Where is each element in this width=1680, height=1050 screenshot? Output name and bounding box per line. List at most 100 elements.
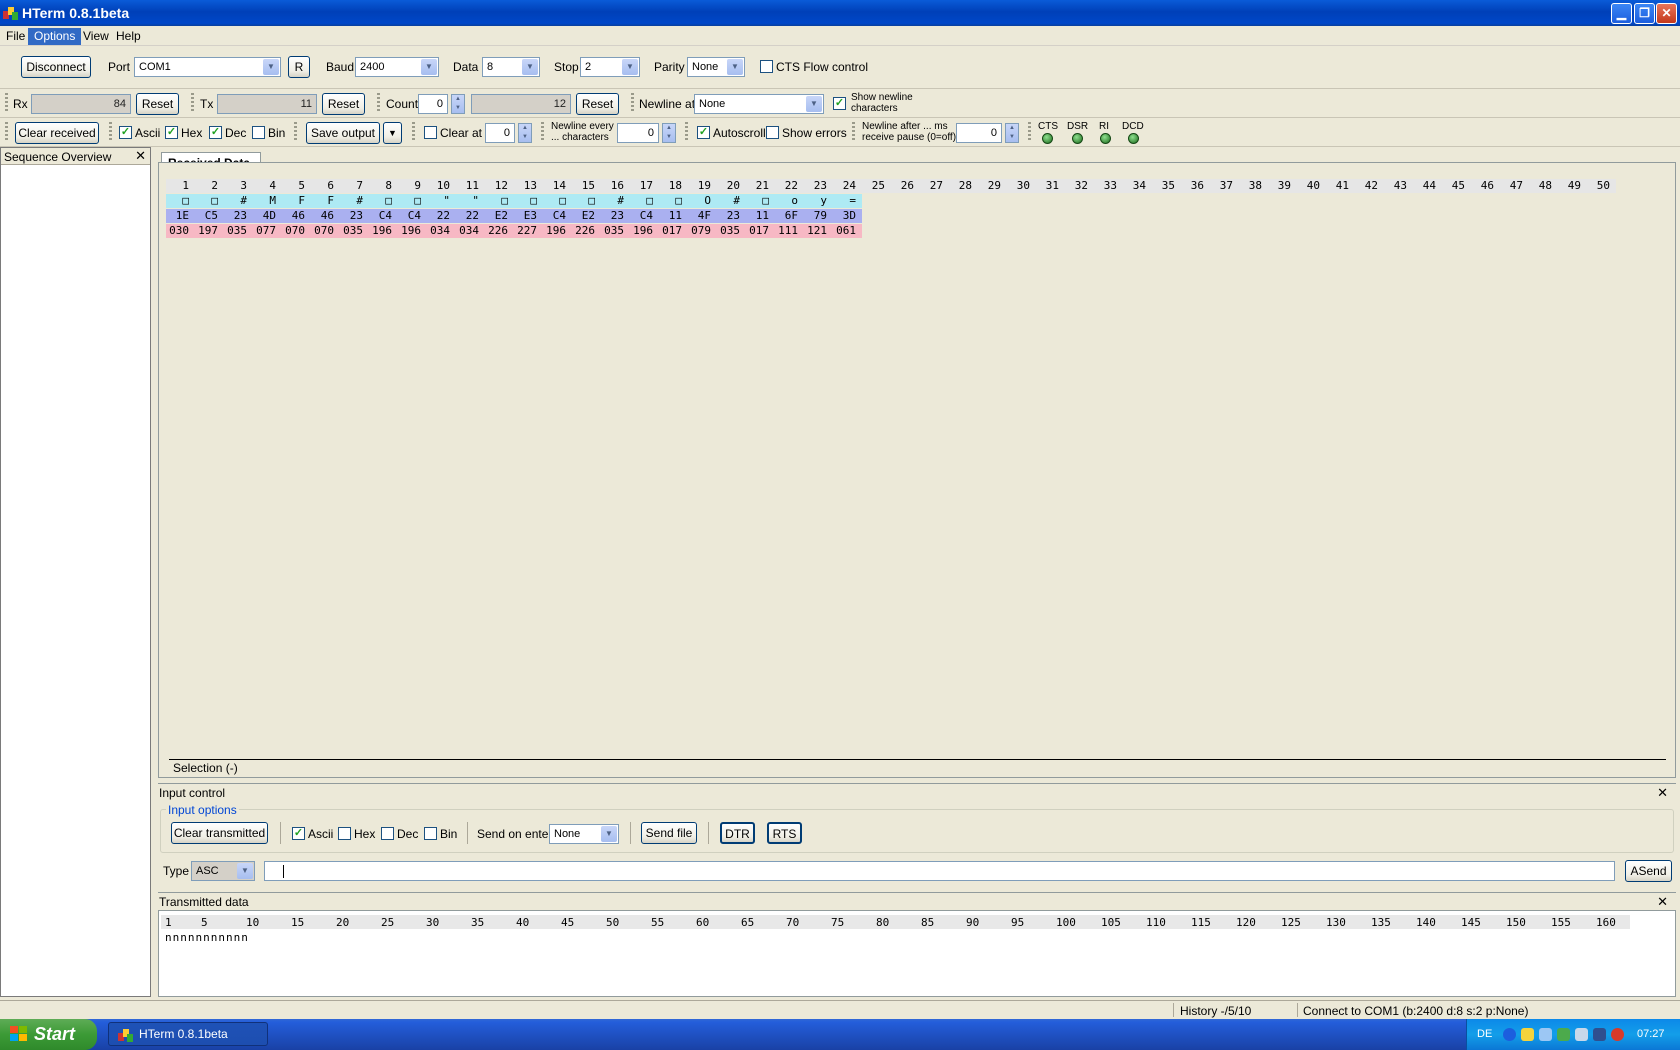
toolbar-grip[interactable]	[412, 122, 415, 142]
column-number[interactable]: 28	[949, 179, 978, 193]
parity-select[interactable]: None ▼	[687, 57, 745, 77]
dec-checkbox[interactable]: ✓	[209, 126, 222, 139]
close-icon[interactable]: ✕	[1657, 894, 1668, 910]
minimize-button[interactable]: ▁	[1611, 3, 1632, 24]
column-number[interactable]: 3	[224, 179, 253, 193]
show-errors-checkbox[interactable]	[766, 126, 779, 139]
column-number[interactable]: 46	[1471, 179, 1500, 193]
clear-at-input[interactable]: 0	[485, 123, 515, 143]
hex-cell[interactable]: C4	[630, 209, 659, 223]
input-dec-checkbox[interactable]	[381, 827, 394, 840]
column-number[interactable]: 6	[311, 179, 340, 193]
cts-flow-checkbox[interactable]	[760, 60, 773, 73]
dec-cell[interactable]: 061	[833, 224, 862, 238]
column-number[interactable]: 37	[1210, 179, 1239, 193]
hex-cell[interactable]: 6F	[775, 209, 804, 223]
hex-cell[interactable]: 22	[456, 209, 485, 223]
save-output-button[interactable]: Save output	[306, 122, 380, 144]
input-bin-checkbox[interactable]	[424, 827, 437, 840]
column-number[interactable]: 16	[601, 179, 630, 193]
hex-cell[interactable]: E3	[514, 209, 543, 223]
newline-at-select[interactable]: None ▼	[694, 94, 824, 114]
column-number[interactable]: 12	[485, 179, 514, 193]
taskbar-item-hterm[interactable]: HTerm 0.8.1beta	[108, 1022, 268, 1046]
hex-cell[interactable]: 79	[804, 209, 833, 223]
column-number[interactable]: 18	[659, 179, 688, 193]
ascii-cell[interactable]: =	[833, 194, 862, 208]
ascii-cell[interactable]: O	[688, 194, 717, 208]
hex-cell[interactable]: 4D	[253, 209, 282, 223]
antivirus-icon[interactable]	[1611, 1028, 1624, 1041]
maximize-button[interactable]: ❐	[1634, 3, 1655, 24]
column-number[interactable]: 38	[1239, 179, 1268, 193]
dec-cell[interactable]: 070	[311, 224, 340, 238]
column-number[interactable]: 39	[1268, 179, 1297, 193]
dec-cell[interactable]: 035	[340, 224, 369, 238]
clear-received-button[interactable]: Clear received	[15, 122, 99, 144]
column-number[interactable]: 7	[340, 179, 369, 193]
hex-checkbox[interactable]: ✓	[165, 126, 178, 139]
rx-reset-button[interactable]: Reset	[136, 93, 179, 115]
column-number[interactable]: 44	[1413, 179, 1442, 193]
column-number[interactable]: 13	[514, 179, 543, 193]
ascii-cell[interactable]: □	[630, 194, 659, 208]
menu-options[interactable]: Options	[28, 28, 82, 45]
toolbar-grip[interactable]	[5, 122, 8, 142]
hex-cell[interactable]: E2	[485, 209, 514, 223]
column-number[interactable]: 4	[253, 179, 282, 193]
column-number[interactable]: 1	[166, 179, 195, 193]
ascii-cell[interactable]: "	[456, 194, 485, 208]
ascii-cell[interactable]: □	[746, 194, 775, 208]
dec-cell[interactable]: 030	[166, 224, 195, 238]
column-number[interactable]: 17	[630, 179, 659, 193]
dec-cell[interactable]: 035	[717, 224, 746, 238]
hex-cell[interactable]: 1E	[166, 209, 195, 223]
baud-select[interactable]: 2400 ▼	[355, 57, 439, 77]
dec-cell[interactable]: 196	[543, 224, 572, 238]
data-bits-select[interactable]: 8 ▼	[482, 57, 540, 77]
hex-cell[interactable]: 23	[717, 209, 746, 223]
column-number[interactable]: 10	[427, 179, 456, 193]
ascii-cell[interactable]: □	[485, 194, 514, 208]
ascii-cell[interactable]: #	[224, 194, 253, 208]
newline-every-spinner[interactable]: ▲ ▼	[662, 123, 676, 143]
column-number[interactable]: 33	[1094, 179, 1123, 193]
dec-cell[interactable]: 017	[746, 224, 775, 238]
dec-cell[interactable]: 226	[485, 224, 514, 238]
rts-button[interactable]: RTS	[767, 822, 802, 844]
dec-cell[interactable]: 017	[659, 224, 688, 238]
close-button[interactable]: ✕	[1656, 3, 1677, 24]
tx-reset-button[interactable]: Reset	[322, 93, 365, 115]
ascii-cell[interactable]: "	[427, 194, 456, 208]
port-select[interactable]: COM1 ▼	[134, 57, 281, 77]
dec-cell[interactable]: 034	[456, 224, 485, 238]
column-number[interactable]: 29	[978, 179, 1007, 193]
ascii-cell[interactable]: #	[340, 194, 369, 208]
column-number[interactable]: 26	[891, 179, 920, 193]
hex-cell[interactable]: 4F	[688, 209, 717, 223]
ascii-cell[interactable]: □	[195, 194, 224, 208]
column-number[interactable]: 21	[746, 179, 775, 193]
column-number[interactable]: 20	[717, 179, 746, 193]
hex-cell[interactable]: C4	[369, 209, 398, 223]
dec-cell[interactable]: 196	[398, 224, 427, 238]
toolbar-grip[interactable]	[852, 122, 855, 142]
toolbar-grip[interactable]	[294, 122, 297, 142]
column-number[interactable]: 48	[1529, 179, 1558, 193]
input-ascii-checkbox[interactable]: ✓	[292, 827, 305, 840]
dec-cell[interactable]: 070	[282, 224, 311, 238]
dec-cell[interactable]: 077	[253, 224, 282, 238]
ascii-cell[interactable]: F	[282, 194, 311, 208]
column-number[interactable]: 11	[456, 179, 485, 193]
language-indicator[interactable]: DE	[1477, 1028, 1492, 1040]
dec-cell[interactable]: 196	[630, 224, 659, 238]
hex-cell[interactable]: 46	[282, 209, 311, 223]
dtr-button[interactable]: DTR	[720, 822, 755, 844]
column-number[interactable]: 35	[1152, 179, 1181, 193]
hex-cell[interactable]: 11	[659, 209, 688, 223]
toolbar-grip[interactable]	[1028, 122, 1031, 142]
column-number[interactable]: 32	[1065, 179, 1094, 193]
dec-cell[interactable]: 111	[775, 224, 804, 238]
count-spinner[interactable]: ▲ ▼	[451, 94, 465, 114]
hex-cell[interactable]: 23	[601, 209, 630, 223]
